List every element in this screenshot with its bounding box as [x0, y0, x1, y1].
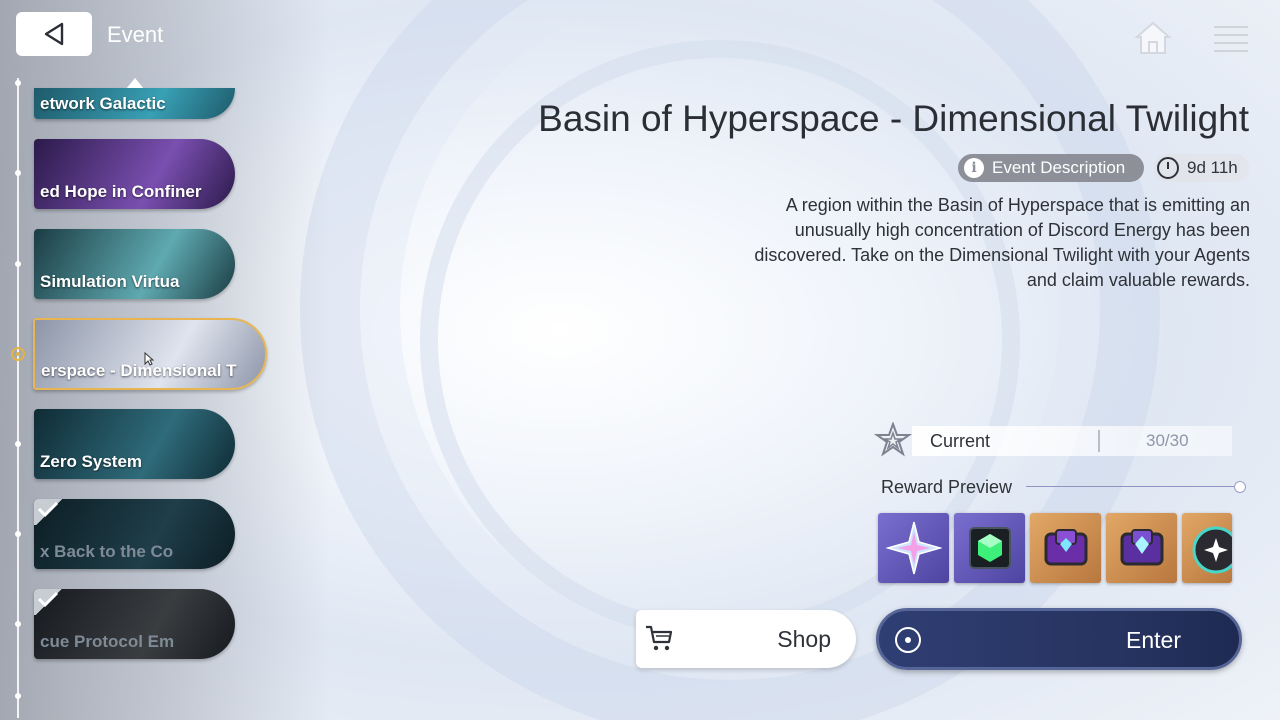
menu-icon[interactable]	[1214, 20, 1248, 52]
star-badge-icon	[874, 422, 912, 457]
event-card-simulation[interactable]: Simulation Virtua	[34, 229, 235, 299]
page-title: Event	[107, 22, 164, 47]
progress-value: 30/30	[1146, 431, 1189, 450]
timeline-dot	[15, 693, 21, 699]
enter-ring-icon	[895, 627, 921, 653]
progress-label: Current	[930, 431, 991, 451]
timeline-dot-active	[11, 347, 25, 361]
reward-item[interactable]	[1106, 513, 1177, 583]
event-card-zero-system[interactable]: Zero System	[34, 409, 235, 479]
check-icon	[34, 499, 64, 525]
menu-bar	[1214, 26, 1248, 28]
menu-bar	[1214, 34, 1248, 36]
event-card-label: ed Hope in Confiner	[40, 182, 202, 201]
reward-item[interactable]	[1182, 513, 1232, 583]
enter-button[interactable]: Enter	[876, 608, 1242, 670]
reward-preview-line	[1026, 486, 1234, 487]
timeline-dot	[15, 80, 21, 86]
shop-label: Shop	[777, 626, 831, 652]
event-card-galactic[interactable]: etwork Galactic	[34, 88, 235, 119]
enter-label: Enter	[1126, 627, 1181, 653]
reward-preview-label: Reward Preview	[881, 477, 1013, 497]
reward-item[interactable]	[878, 513, 949, 583]
event-description-button[interactable]: i Event Description	[958, 154, 1144, 182]
back-button[interactable]	[16, 12, 92, 56]
timeline-dot	[15, 621, 21, 627]
clock-icon	[1157, 157, 1179, 179]
reward-item[interactable]	[1030, 513, 1101, 583]
home-icon[interactable]	[1134, 20, 1172, 56]
shop-button[interactable]: Shop	[636, 610, 856, 668]
cart-icon	[646, 625, 673, 651]
event-title: Basin of Hyperspace - Dimensional Twilig…	[538, 98, 1249, 139]
event-card-rescue-protocol[interactable]: cue Protocol Em	[34, 589, 235, 659]
event-card-hope[interactable]: ed Hope in Confiner	[34, 139, 235, 209]
event-card-label: cue Protocol Em	[40, 632, 175, 651]
reward-item[interactable]	[954, 513, 1025, 583]
timeline-dot	[15, 261, 21, 267]
crystal-star-icon	[885, 521, 942, 575]
event-card-label: etwork Galactic	[40, 94, 166, 113]
check-icon	[34, 589, 64, 615]
progress-divider	[1098, 430, 1100, 452]
timer-text: 9d 11h	[1187, 158, 1238, 177]
purple-chest-icon	[1044, 529, 1087, 566]
event-description-label: Event Description	[992, 158, 1126, 177]
timeline-dot	[15, 531, 21, 537]
timeline-dot	[15, 170, 21, 176]
event-card-back-to-the-co[interactable]: x Back to the Co	[34, 499, 235, 569]
event-card-label: x Back to the Co	[40, 542, 174, 561]
back-triangle-icon	[44, 22, 64, 46]
mouse-cursor-icon	[144, 352, 154, 366]
black-orb-icon	[1192, 526, 1232, 574]
event-timer: 9d 11h	[1153, 154, 1249, 182]
menu-bar	[1214, 42, 1248, 44]
info-icon: i	[964, 158, 984, 178]
event-card-label: Simulation Virtua	[40, 272, 180, 291]
timeline-dot	[15, 441, 21, 447]
purple-chest-icon	[1120, 529, 1163, 566]
menu-bar	[1214, 50, 1248, 52]
event-description-text: A region within the Basin of Hyperspace …	[754, 195, 1250, 290]
reward-preview-dot	[1234, 481, 1246, 493]
event-card-label: Zero System	[40, 452, 143, 471]
green-cube-icon	[968, 527, 1011, 569]
